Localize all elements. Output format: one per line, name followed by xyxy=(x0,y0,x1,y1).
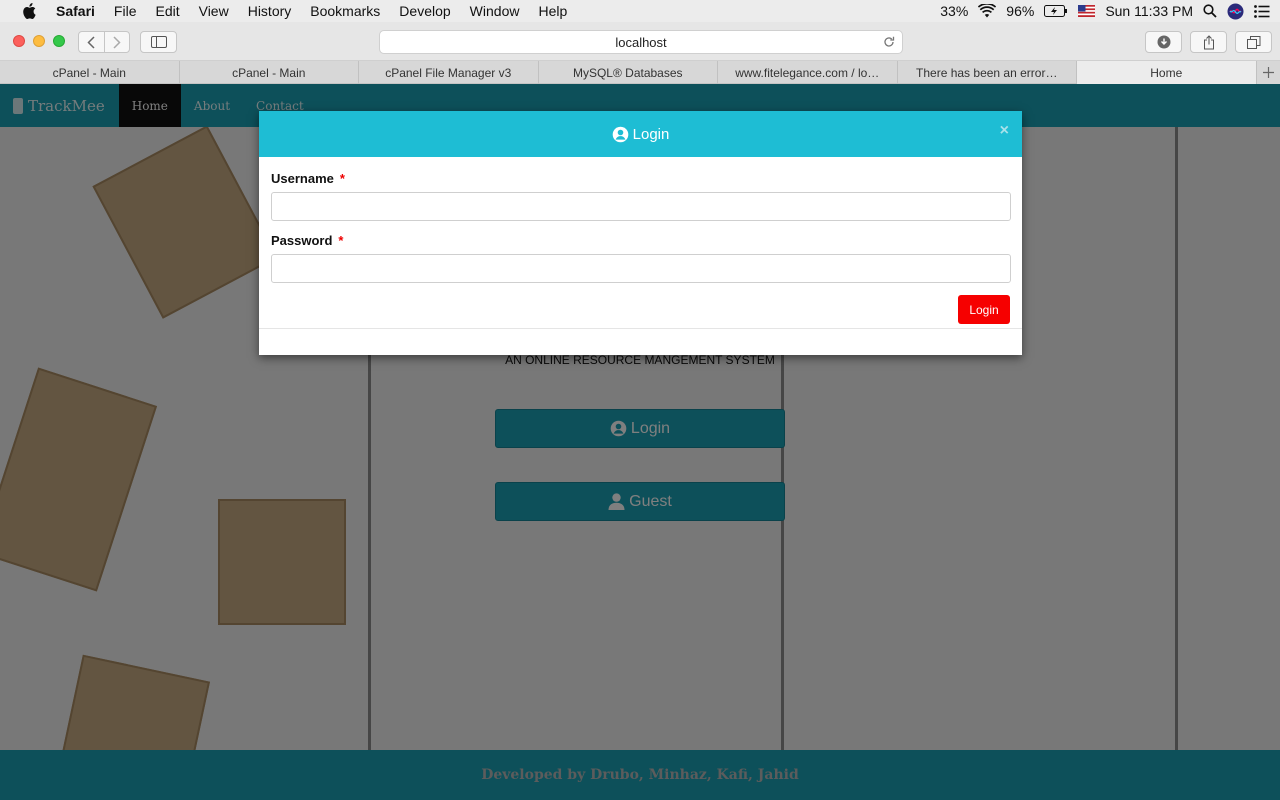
username-input[interactable] xyxy=(271,192,1011,221)
menu-bookmarks[interactable]: Bookmarks xyxy=(310,3,380,19)
chevron-left-icon xyxy=(87,35,95,49)
submit-row: Login xyxy=(271,295,1010,324)
required-indicator: * xyxy=(338,233,344,248)
notification-center-icon[interactable] xyxy=(1254,4,1270,18)
browser-tab[interactable]: www.fitelegance.com / lo… xyxy=(718,61,898,84)
browser-tab[interactable]: cPanel - Main xyxy=(180,61,359,84)
cpu-status[interactable]: 33% xyxy=(940,3,968,19)
share-button[interactable] xyxy=(1190,31,1227,53)
apple-menu-icon[interactable] xyxy=(19,1,39,21)
tab-bar: cPanel - Main cPanel - Main cPanel File … xyxy=(0,61,1280,84)
modal-footer xyxy=(259,328,1022,355)
username-label: Username * xyxy=(271,171,1010,186)
share-icon xyxy=(1203,34,1214,49)
url-text: localhost xyxy=(615,34,667,50)
menu-help[interactable]: Help xyxy=(538,3,567,19)
browser-tab[interactable]: cPanel - Main xyxy=(0,61,180,84)
us-flag-icon[interactable] xyxy=(1078,5,1096,17)
user-circle-icon xyxy=(612,126,628,142)
plus-icon xyxy=(1262,67,1274,78)
sidebar-toggle-button[interactable] xyxy=(140,31,177,53)
macos-menu-bar: Safari File Edit View History Bookmarks … xyxy=(0,0,1280,22)
menu-edit[interactable]: Edit xyxy=(155,3,179,19)
password-label: Password * xyxy=(271,233,1010,248)
login-submit-button[interactable]: Login xyxy=(958,295,1010,324)
login-modal: Login × Username * Password * Login xyxy=(259,111,1022,355)
web-page: TrackMee Home About Contact AN ONLINE RE… xyxy=(0,84,1280,800)
browser-tab[interactable]: There has been an error… xyxy=(898,61,1077,84)
fullscreen-window-button[interactable] xyxy=(53,35,65,47)
chevron-right-icon xyxy=(113,35,121,49)
browser-tab-active[interactable]: Home xyxy=(1077,61,1257,84)
modal-header: Login × xyxy=(259,111,1022,157)
new-tab-button[interactable] xyxy=(1256,61,1280,84)
siri-icon[interactable] xyxy=(1227,3,1244,20)
download-icon xyxy=(1157,35,1170,49)
tab-overview-button[interactable] xyxy=(1235,31,1272,53)
browser-tab[interactable]: MySQL® Databases xyxy=(539,61,718,84)
menu-history[interactable]: History xyxy=(248,3,292,19)
tabs-icon xyxy=(1246,35,1260,49)
menu-window[interactable]: Window xyxy=(470,3,520,19)
browser-toolbar: localhost xyxy=(0,22,1280,61)
menu-file[interactable]: File xyxy=(114,3,137,19)
back-button[interactable] xyxy=(79,32,105,52)
menu-app-safari[interactable]: Safari xyxy=(56,3,95,19)
battery-icon[interactable] xyxy=(1044,5,1068,17)
downloads-button[interactable] xyxy=(1145,31,1182,53)
reload-icon[interactable] xyxy=(883,35,895,51)
history-nav xyxy=(78,31,130,53)
modal-title: Login xyxy=(632,125,670,143)
battery-percent: 96% xyxy=(1006,3,1035,19)
close-window-button[interactable] xyxy=(13,35,25,47)
minimize-window-button[interactable] xyxy=(33,35,45,47)
forward-button[interactable] xyxy=(105,32,130,52)
modal-body: Username * Password * Login xyxy=(259,157,1022,324)
close-icon[interactable]: × xyxy=(1000,122,1009,140)
password-input[interactable] xyxy=(271,254,1011,283)
clock[interactable]: Sun 11:33 PM xyxy=(1105,3,1193,19)
spotlight-search-icon[interactable] xyxy=(1203,4,1217,18)
username-label-text: Username xyxy=(271,171,334,186)
browser-tab[interactable]: cPanel File Manager v3 xyxy=(359,61,539,84)
wifi-icon[interactable] xyxy=(978,4,997,18)
password-label-text: Password xyxy=(271,233,333,248)
menu-develop[interactable]: Develop xyxy=(399,3,450,19)
menu-view[interactable]: View xyxy=(199,3,229,19)
sidebar-icon xyxy=(150,36,167,48)
address-bar[interactable]: localhost xyxy=(379,30,903,54)
required-indicator: * xyxy=(339,171,345,186)
